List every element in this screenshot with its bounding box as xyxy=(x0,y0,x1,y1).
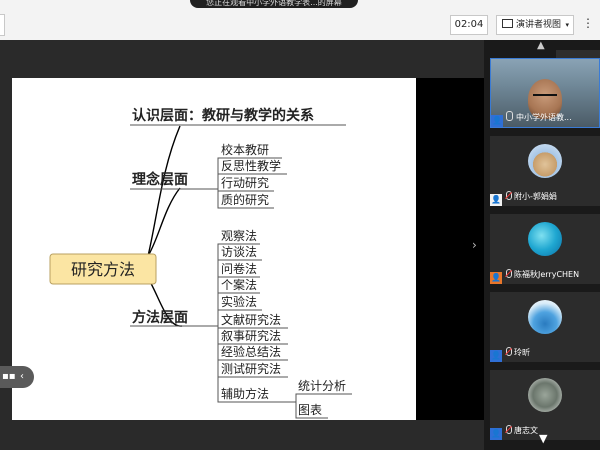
participant-name-row: 👤 附小-郭娟娟 xyxy=(490,190,557,206)
meeting-timer: 02:04 xyxy=(450,15,488,35)
presentation-slide: 研究方法 认识层面：教研与教学的关系 理念层面 校本教研 反思性教学 行动研究 … xyxy=(12,78,416,420)
branch-line-cognition xyxy=(147,125,181,257)
shared-screen-area: 研究方法 认识层面：教研与教学的关系 理念层面 校本教研 反思性教学 行动研究 … xyxy=(0,40,484,450)
aux-item: 统计分析 xyxy=(298,379,346,393)
participant-name-row: 👤 陈福秋JerryCHEN xyxy=(490,268,580,284)
participant-name: 玲昕 xyxy=(514,348,530,357)
user-icon: 👤 xyxy=(491,115,503,127)
avatar xyxy=(528,222,562,256)
concept-item: 行动研究 xyxy=(221,175,269,190)
concept-item: 反思性教学 xyxy=(221,158,281,173)
participant-name-row: 👤 唐志文 xyxy=(490,424,538,440)
concept-item: 质的研究 xyxy=(221,192,269,207)
user-icon: 👤 xyxy=(490,194,502,206)
method-item: 访谈法 xyxy=(221,245,257,259)
mic-muted-icon xyxy=(505,347,512,356)
root-node: 研究方法 xyxy=(71,260,135,279)
left-edge-control[interactable] xyxy=(0,14,5,36)
user-icon: 👤 xyxy=(490,350,502,362)
level-concept: 理念层面 xyxy=(132,171,188,188)
view-mode-button[interactable]: 演讲者视图 ▾ xyxy=(496,15,574,35)
participant-tile[interactable]: 👤 玲昕 xyxy=(490,292,600,362)
level-cognition: 认识层面：教研与教学的关系 xyxy=(132,107,314,124)
screen-share-banner[interactable]: 您正在观看中小学外语教学表...的屏幕 xyxy=(190,0,358,8)
participant-name-row: 👤 玲昕 xyxy=(490,346,530,362)
avatar xyxy=(528,144,562,178)
mic-muted-icon xyxy=(505,425,512,434)
method-item: 实验法 xyxy=(221,294,257,309)
concept-item: 校本教研 xyxy=(221,142,269,157)
chat-icon: ▪▪ xyxy=(2,371,16,382)
method-item: 观察法 xyxy=(221,229,257,243)
participant-tile[interactable]: 👤 附小-郭娟娟 xyxy=(490,136,600,206)
top-toolbar: 您正在观看中小学外语教学表...的屏幕 02:04 演讲者视图 ▾ ⋮ xyxy=(0,0,600,40)
method-item: 辅助方法 xyxy=(221,386,269,401)
method-item: 叙事研究法 xyxy=(221,328,281,343)
participant-tile[interactable]: 👤 中小学外语教... xyxy=(490,58,600,128)
participant-tile[interactable]: 👤 唐志文 xyxy=(490,370,600,440)
chevron-right-icon[interactable]: › xyxy=(472,238,477,252)
participant-tile[interactable]: 👤 陈福秋JerryCHEN xyxy=(490,214,600,284)
mind-map: 研究方法 认识层面：教研与教学的关系 理念层面 校本教研 反思性教学 行动研究 … xyxy=(49,107,352,419)
branch-line-concept xyxy=(147,187,181,257)
level-method: 方法层面 xyxy=(132,309,188,326)
user-icon: 👤 xyxy=(490,428,502,440)
layout-icon xyxy=(502,19,513,28)
chevron-left-icon: ‹ xyxy=(20,371,24,382)
more-options-button[interactable]: ⋮ xyxy=(580,15,596,33)
avatar xyxy=(528,378,562,412)
chevron-down-icon: ▾ xyxy=(565,21,569,29)
participant-name: 唐志文 xyxy=(514,426,538,435)
mic-icon xyxy=(506,111,513,121)
method-item: 文献研究法 xyxy=(221,312,281,327)
method-item: 个案法 xyxy=(221,277,257,292)
method-item: 问卷法 xyxy=(221,261,257,276)
scroll-down-icon[interactable]: ▼ xyxy=(539,432,547,445)
method-item: 测试研究法 xyxy=(221,361,281,376)
mic-muted-icon xyxy=(505,191,512,200)
participant-name: 陈福秋JerryCHEN xyxy=(514,270,580,279)
avatar xyxy=(528,300,562,334)
participant-panel: ▲ 正在 👤中小学外语教... 👤附小-郭娟娟 👤陈福秋JerryCHEN 👤玲… xyxy=(484,40,600,450)
participant-name: 附小-郭娟娟 xyxy=(514,192,557,201)
user-icon: 👤 xyxy=(490,272,502,284)
participant-name: 中小学外语教... xyxy=(516,113,572,122)
view-mode-label: 演讲者视图 xyxy=(516,20,562,30)
scroll-up-icon[interactable]: ▲ xyxy=(537,40,545,51)
video-feed-detail xyxy=(533,94,557,102)
chat-toggle-button[interactable]: ▪▪ ‹ xyxy=(0,366,34,388)
aux-item: 图表 xyxy=(298,403,322,417)
mic-muted-icon xyxy=(505,269,512,278)
participant-name-row: 👤 中小学外语教... xyxy=(491,111,572,127)
method-item: 经验总结法 xyxy=(221,344,281,359)
